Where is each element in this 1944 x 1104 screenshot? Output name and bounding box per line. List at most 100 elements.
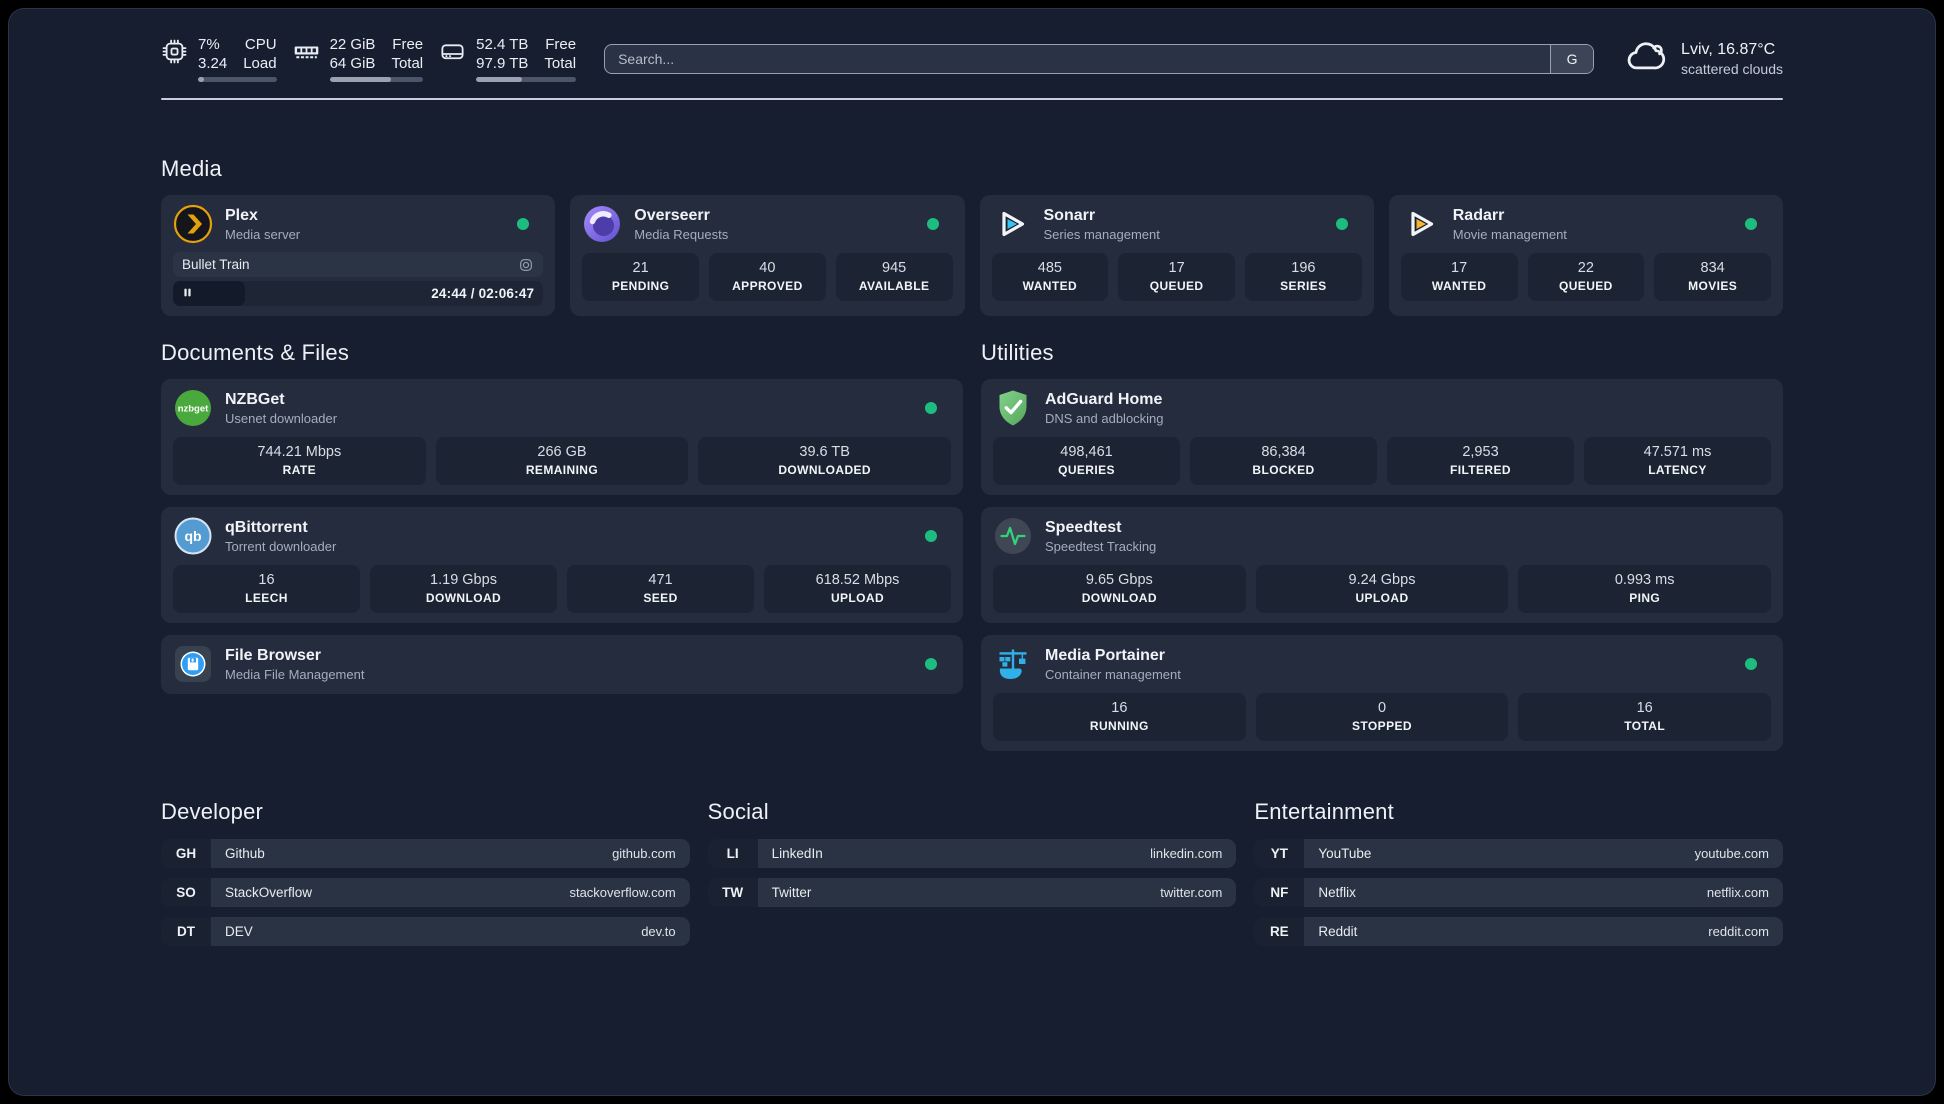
search-bar: G xyxy=(604,43,1595,74)
stat-tile: 498,461 QUERIES xyxy=(993,437,1180,485)
stat-tile: 9.24 Gbps UPLOAD xyxy=(1255,565,1509,613)
search-input[interactable] xyxy=(605,44,1551,73)
app-subtitle: Speedtest Tracking xyxy=(1045,539,1157,555)
weather-location-temp: Lviv, 16.87°C xyxy=(1681,41,1776,58)
bookmarks-entertainment: Entertainment YT YouTube youtube.com NF N… xyxy=(1254,799,1783,946)
bookmark-reddit[interactable]: RE Reddit reddit.com xyxy=(1254,917,1783,946)
cpu-icon xyxy=(161,38,188,70)
portainer-icon xyxy=(993,644,1033,684)
player-settings-icon[interactable] xyxy=(518,257,534,273)
bookmark-twitter[interactable]: TW Twitter twitter.com xyxy=(707,878,1237,907)
bookmark-abbr: RE xyxy=(1254,917,1305,946)
bookmark-abbr: LI xyxy=(707,839,758,868)
cloud-icon xyxy=(1624,34,1668,83)
bookmark-github[interactable]: GH Github github.com xyxy=(161,839,690,868)
bookmark-linkedin[interactable]: LI LinkedIn linkedin.com xyxy=(707,839,1237,868)
bookmark-name: StackOverflow xyxy=(225,885,313,900)
stat-tile: 2,953 FILTERED xyxy=(1387,437,1574,485)
stat-tile: 1.19 Gbps DOWNLOAD xyxy=(370,565,557,613)
stat-tile: 744.21 Mbps RATE xyxy=(173,437,426,485)
stat-tile: 21 PENDING xyxy=(582,253,699,301)
bookmark-url: dev.to xyxy=(641,924,676,939)
utilities-column: Utilities AdGuard Home DNS and adblockin… xyxy=(981,340,1783,751)
ram-metric: 22 GiB 64 GiB Free Total xyxy=(293,35,424,82)
speedtest-icon xyxy=(993,516,1033,556)
now-playing-row: Bullet Train xyxy=(173,252,544,277)
cpu-labels: CPU Load xyxy=(243,36,277,72)
bookmark-url: twitter.com xyxy=(1160,885,1223,900)
bookmark-url: netflix.com xyxy=(1706,885,1769,900)
filebrowser-icon xyxy=(173,644,213,684)
app-card-overseerr[interactable]: Overseerr Media Requests 21 PENDING 40 APP… xyxy=(570,195,965,316)
bookmark-name: Twitter xyxy=(771,885,812,900)
stat-tile: 47.571 ms LATENCY xyxy=(1584,437,1771,485)
app-subtitle: Media Requests xyxy=(634,227,729,243)
app-card-radarr[interactable]: Radarr Movie management 17 WANTED 22 QUEUE… xyxy=(1388,195,1783,316)
adguard-icon xyxy=(993,388,1033,428)
bookmark-name: YouTube xyxy=(1318,846,1372,861)
app-card-plex[interactable]: Plex Media server Bullet Train 24:44 / 0… xyxy=(161,195,556,316)
bookmarks-social: Social LI LinkedIn linkedin.com TW Twitte… xyxy=(707,799,1237,907)
stat-tile: 16 LEECH xyxy=(173,565,360,613)
bookmark-dev[interactable]: DT DEV dev.to xyxy=(161,917,690,946)
bookmark-name: Reddit xyxy=(1318,924,1358,939)
bookmark-youtube[interactable]: YT YouTube youtube.com xyxy=(1254,839,1783,868)
app-card-nzbget[interactable]: nzbget NZBGet Usenet downloader 744.21 M… xyxy=(161,379,963,495)
stat-tile: 22 QUEUED xyxy=(1527,253,1645,301)
app-subtitle: Media File Management xyxy=(225,667,365,683)
app-name: Plex xyxy=(225,206,258,224)
cpu-progress-bar xyxy=(198,77,277,82)
plex-now-playing: Bullet Train 24:44 / 02:06:47 xyxy=(173,252,544,306)
app-card-qbittorrent[interactable]: qb qBittorrent Torrent downloader 16 LEEC… xyxy=(161,507,963,623)
app-card-portainer[interactable]: Media Portainer Container management 16 R… xyxy=(981,635,1783,751)
section-title-documents: Documents & Files xyxy=(161,340,350,365)
now-playing-title: Bullet Train xyxy=(182,257,250,272)
app-card-sonarr[interactable]: Sonarr Series management 485 WANTED 17 QUE… xyxy=(979,195,1374,316)
radarr-icon xyxy=(1401,204,1441,244)
ram-values: 22 GiB 64 GiB xyxy=(329,36,376,72)
app-subtitle: Series management xyxy=(1043,227,1160,243)
stat-tile: 9.65 Gbps DOWNLOAD xyxy=(993,565,1246,613)
weather-condition: scattered clouds xyxy=(1681,61,1783,77)
bookmark-abbr: GH xyxy=(161,839,211,868)
bookmark-name: LinkedIn xyxy=(771,846,823,861)
app-name: Speedtest xyxy=(1045,518,1122,536)
app-card-filebrowser[interactable]: File Browser Media File Management xyxy=(161,635,963,694)
system-metrics: 7% 3.24 CPU Load 22 GiB 64 GiB Free Tota… xyxy=(161,35,577,82)
bookmark-name: Github xyxy=(225,846,265,861)
bookmark-url: linkedin.com xyxy=(1150,846,1223,861)
app-name: Overseerr xyxy=(634,206,710,224)
stat-tile: 86,384 BLOCKED xyxy=(1190,437,1377,485)
bookmark-abbr: YT xyxy=(1254,839,1305,868)
bookmark-name: Netflix xyxy=(1318,885,1356,900)
app-card-speedtest[interactable]: Speedtest Speedtest Tracking 9.65 Gbps DO… xyxy=(981,507,1783,623)
app-name: Sonarr xyxy=(1043,206,1096,224)
app-subtitle: Container management xyxy=(1045,667,1181,683)
cpu-metric: 7% 3.24 CPU Load xyxy=(161,35,277,82)
search-provider-button[interactable]: G xyxy=(1550,44,1594,73)
status-dot xyxy=(1745,218,1757,230)
bookmark-stackoverflow[interactable]: SO StackOverflow stackoverflow.com xyxy=(161,878,690,907)
qbittorrent-icon: qb xyxy=(173,516,213,556)
bookmark-abbr: TW xyxy=(707,878,758,907)
app-name: NZBGet xyxy=(225,390,285,408)
stat-tile: 0 STOPPED xyxy=(1255,693,1509,741)
overseerr-icon xyxy=(582,204,622,244)
app-subtitle: Torrent downloader xyxy=(225,539,337,555)
bookmark-netflix[interactable]: NF Netflix netflix.com xyxy=(1254,878,1783,907)
bookmark-url: reddit.com xyxy=(1708,924,1769,939)
nzbget-icon: nzbget xyxy=(173,388,213,428)
bookmarks-developer: Developer GH Github github.com SO StackOv… xyxy=(161,799,690,946)
section-title-social: Social xyxy=(707,799,769,824)
app-subtitle: DNS and adblocking xyxy=(1045,411,1164,427)
bookmark-abbr: SO xyxy=(161,878,211,907)
status-dot xyxy=(925,658,937,670)
app-card-adguard[interactable]: AdGuard Home DNS and adblocking 498,461 Q… xyxy=(981,379,1783,495)
stat-tile: 17 WANTED xyxy=(1400,253,1518,301)
svg-text:qb: qb xyxy=(184,528,201,544)
dashboard-page: 7% 3.24 CPU Load 22 GiB 64 GiB Free Tota… xyxy=(8,8,1936,1096)
player-progress-bar[interactable]: 24:44 / 02:06:47 xyxy=(173,281,544,306)
disk-progress-bar xyxy=(476,77,577,82)
pause-icon[interactable] xyxy=(182,285,193,303)
status-dot xyxy=(925,402,937,414)
